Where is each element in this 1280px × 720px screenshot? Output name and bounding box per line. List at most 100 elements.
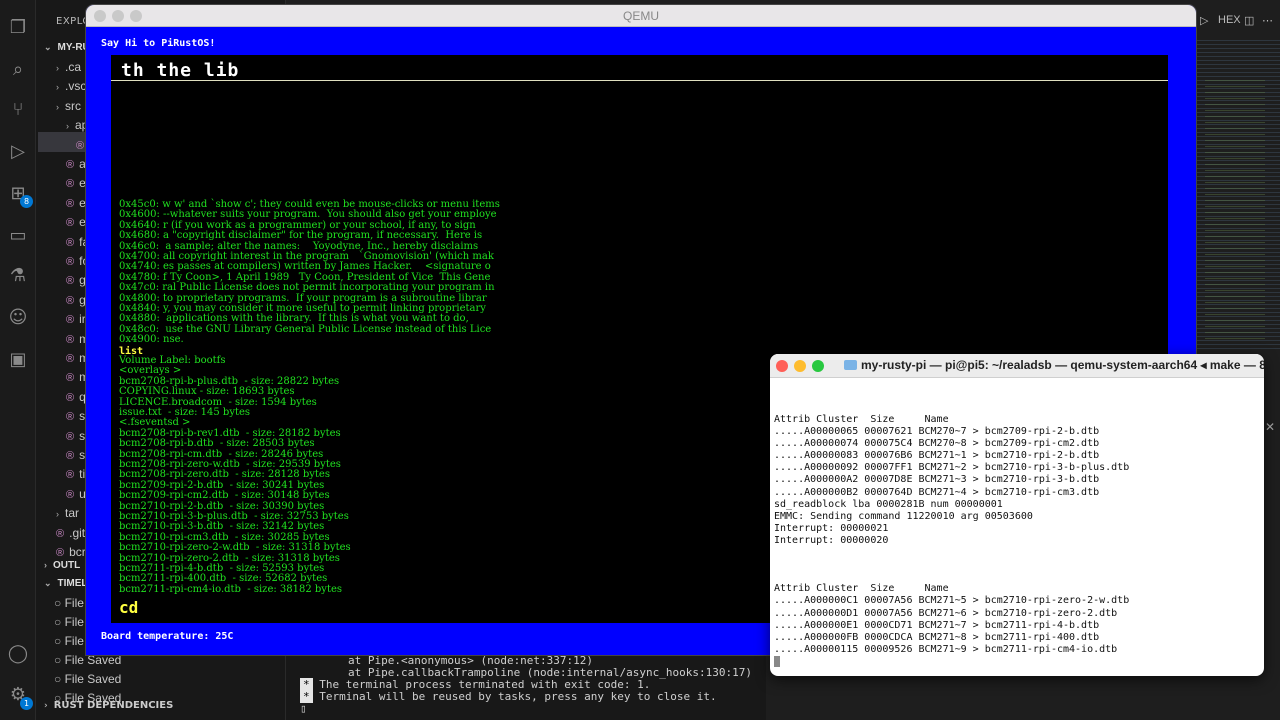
explorer-folder[interactable]: › src <box>56 99 81 113</box>
screen-title: th the lib <box>121 60 240 81</box>
explorer-item-label: bcr <box>69 545 86 559</box>
terminal-titlebar[interactable]: my-rusty-pi — pi@pi5: ~/realadsb — qemu-… <box>770 354 1264 378</box>
close-icon[interactable]: ✕ <box>1265 420 1275 434</box>
rust-file-icon: ® <box>66 430 75 443</box>
testing-icon[interactable]: ⚗ <box>6 264 30 288</box>
explorer-file[interactable]: ® .git <box>56 526 85 540</box>
timeline-item[interactable]: ○ File <box>54 596 84 610</box>
terminal-line: .....A00000115 00009526 BCM271~9 > bcm27… <box>774 643 1118 655</box>
explorer-folder[interactable]: › tar <box>56 506 79 520</box>
copilot-icon[interactable]: ☺ <box>6 306 30 330</box>
terminal-line: .....A000000D1 00007A56 BCM271~6 > bcm27… <box>774 607 1118 619</box>
command-prompt: cd <box>119 598 139 617</box>
rust-file-icon: ® <box>66 353 75 365</box>
hex-line: 0x4900: nse. <box>119 334 184 346</box>
explorer-file[interactable]: ® bcr <box>56 545 86 559</box>
more-actions-icon[interactable]: ⋯ <box>1262 14 1273 27</box>
rust-file-icon: ® <box>66 275 75 288</box>
explorer-item-label: src <box>65 98 81 113</box>
rust-file-icon: ® <box>66 217 75 230</box>
timeline-item[interactable]: ○ File <box>54 615 84 629</box>
search-icon[interactable]: ⌕ <box>6 58 30 82</box>
timeline-item-label: File <box>64 634 84 648</box>
terminal-line: .....A000000FB 0000CDCA BCM271~8 > bcm27… <box>774 631 1100 643</box>
explorer-item-label: tar <box>65 506 80 521</box>
rust-file-icon: ® <box>66 294 75 307</box>
rust-file-icon: ® <box>66 197 75 210</box>
account-icon[interactable]: ◯ <box>6 642 30 666</box>
chevron-icon: › <box>56 101 59 112</box>
explorer-item-label: .git <box>69 525 86 540</box>
timeline-item-label: File <box>64 615 84 629</box>
rust-dependencies-section[interactable]: › RUST DEPENDENCIES <box>44 700 173 711</box>
terminal-line: .....A00000083 000076B6 BCM271~1 > bcm27… <box>774 450 1100 462</box>
terminal-window[interactable]: my-rusty-pi — pi@pi5: ~/realadsb — qemu-… <box>770 354 1264 676</box>
timeline-item[interactable]: ○ File Saved <box>54 672 121 686</box>
timeline-section[interactable]: ⌄ TIMEL <box>44 578 88 589</box>
rust-file-icon: ® <box>66 469 75 482</box>
chevron-icon: › <box>56 82 59 93</box>
editor-toolbar: ▷ HEX ◫ ⋯ <box>1196 0 1280 40</box>
circle-icon: ○ <box>54 653 65 667</box>
timeline-item-label: File Saved <box>64 672 122 686</box>
terminal-cursor <box>774 655 1260 668</box>
terminal-line: .....A00000065 00007621 BCM270~7 > bcm27… <box>774 426 1100 438</box>
title-divider <box>111 80 1168 81</box>
cursor-icon <box>774 655 780 667</box>
maximize-button[interactable] <box>812 360 824 372</box>
chevron-icon: › <box>56 63 59 73</box>
split-editor-icon[interactable]: ◫ <box>1244 14 1254 27</box>
minimap-highlight <box>1205 80 1265 340</box>
chevron-icon: › <box>66 121 69 132</box>
terminal-line: .....A00000092 00007FF1 BCM271~2 > bcm27… <box>774 462 1130 474</box>
timeline-item-label: File <box>64 596 84 610</box>
rust-file-icon: ® <box>66 372 75 385</box>
outline-section[interactable]: › OUTL <box>44 560 80 571</box>
terminal-output[interactable]: Attrib Cluster Size Name .....A00000065 0… <box>774 414 1260 668</box>
settings-badge: 1 <box>20 697 33 710</box>
timeline-item[interactable]: ○ File <box>54 634 84 648</box>
timeline-item[interactable]: ○ File Saved <box>54 653 121 667</box>
rust-file-icon: ® <box>66 488 75 501</box>
terminal-line: sd_readblock lba 0000281B num 00000001 <box>774 498 1003 510</box>
run-debug-icon[interactable]: ▷ <box>6 140 30 164</box>
terminal-panel: at Pipe.<anonymous> (node:net:337:12) at… <box>286 650 766 720</box>
terminal-line: .....A000000C1 00007A56 BCM271~5 > bcm27… <box>774 595 1130 607</box>
files-icon[interactable]: ❐ <box>6 16 30 40</box>
terminal-line: EMMC: Sending command 11220010 arg 00503… <box>774 510 1033 522</box>
terminal-line: Interrupt: 00000021 <box>774 522 889 534</box>
docker-icon[interactable]: ▣ <box>6 348 30 372</box>
terminal-line: .....A000000B2 0000764D BCM271~4 > bcm27… <box>774 486 1100 498</box>
explorer-folder[interactable]: › .ca <box>56 60 81 74</box>
terminal-title: my-rusty-pi — pi@pi5: ~/realadsb — qemu-… <box>844 358 1264 372</box>
rust-file-icon: ® <box>66 450 75 462</box>
circle-icon: ○ <box>54 634 65 648</box>
terminal-line: .....A00000074 000075C4 BCM270~8 > bcm27… <box>774 438 1100 450</box>
source-control-icon[interactable]: ⑂ <box>6 98 30 122</box>
window-title: QEMU <box>623 9 659 23</box>
project-folder[interactable]: ⌄ MY-RU <box>44 42 90 53</box>
timeline-item-label: File Saved <box>64 653 122 667</box>
panel-line: * Terminal will be reused by tasks, pres… <box>300 690 717 703</box>
qemu-titlebar[interactable]: QEMU <box>86 5 1196 27</box>
explorer-folder[interactable]: › ap <box>66 118 88 132</box>
rust-file-icon: ® <box>56 547 65 559</box>
remote-explorer-icon[interactable]: ▭ <box>6 224 30 248</box>
terminal-line: .....A000000A2 00007D8E BCM271~3 > bcm27… <box>774 474 1100 486</box>
run-icon[interactable]: ▷ <box>1200 14 1208 27</box>
rust-file-icon: ® <box>76 139 85 152</box>
explorer-folder[interactable]: › .vsc <box>56 79 86 93</box>
rust-file-icon: ® <box>66 159 75 171</box>
terminal-line: Attrib Cluster Size Name <box>774 583 949 595</box>
greeting-text: Say Hi to PiRustOS! <box>101 38 216 49</box>
terminal-line: .....A000000E1 0000CD71 BCM271~7 > bcm27… <box>774 619 1100 631</box>
rust-file-icon: ® <box>66 236 75 249</box>
minimize-button[interactable] <box>794 360 806 372</box>
rust-file-icon: ® <box>56 527 65 540</box>
close-button[interactable] <box>776 360 788 372</box>
explorer-item-label: .vsc <box>65 79 87 94</box>
hex-toggle[interactable]: HEX <box>1218 14 1241 26</box>
